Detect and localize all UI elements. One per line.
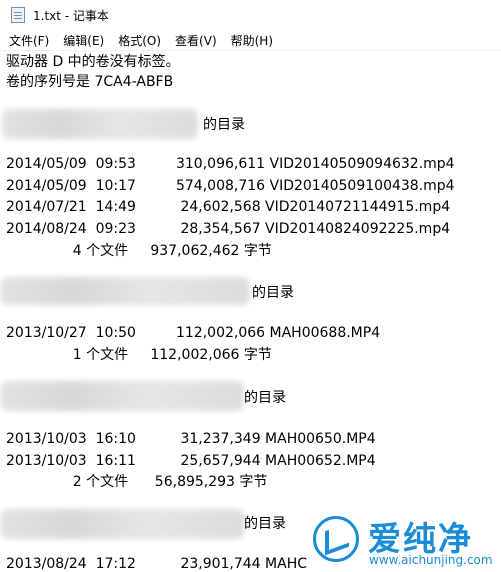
directory-heading: 的目录 (244, 516, 286, 532)
redacted-path (0, 381, 244, 411)
watermark-url: www.aichunjing.com (369, 553, 493, 567)
menu-bar: 文件(F) 编辑(E) 格式(O) 查看(V) 帮助(H) (0, 30, 501, 51)
file-entry: 2013/10/27 10:50 112,002,066 MAH00688.MP… (6, 325, 381, 341)
menu-file[interactable]: 文件(F) (0, 32, 56, 49)
file-summary: 2 个文件 56,895,293 字节 (6, 474, 268, 490)
file-entry: 2014/08/24 09:23 28,354,567 VID201408240… (6, 221, 451, 237)
window-title: 1.txt - 记事本 (33, 8, 109, 23)
directory-heading: 的目录 (252, 285, 294, 301)
file-entry: 2014/05/09 09:53 310,096,611 VID20140509… (6, 156, 455, 172)
file-entry: 2013/10/03 16:11 25,657,944 MAH00652.MP4 (6, 453, 376, 469)
file-summary: 1 个文件 112,002,066 字节 (6, 347, 272, 363)
watermark: 爱纯净 www.aichunjing.com (305, 512, 501, 572)
text-line: 卷的序列号是 7CA4-ABFB (6, 74, 174, 90)
menu-view[interactable]: 查看(V) (168, 32, 224, 49)
title-bar: 1.txt - 记事本 (0, 0, 501, 31)
redacted-path (2, 109, 198, 139)
file-entry: 2013/08/24 17:12 23,901,744 MAHC (6, 556, 308, 572)
menu-format[interactable]: 格式(O) (111, 32, 168, 49)
file-entry: 2013/10/03 16:10 31,237,349 MAH00650.MP4 (6, 431, 376, 447)
directory-heading: 的目录 (244, 390, 286, 406)
brand-logo-icon (313, 516, 359, 562)
text-line: 驱动器 D 中的卷没有标签。 (6, 54, 180, 70)
redacted-path (0, 277, 250, 305)
redacted-path (0, 509, 244, 539)
text-editor[interactable]: 驱动器 D 中的卷没有标签。 卷的序列号是 7CA4-ABFB 的目录 2014… (0, 51, 501, 572)
notepad-icon (11, 7, 25, 23)
menu-help[interactable]: 帮助(H) (224, 32, 280, 49)
file-entry: 2014/05/09 10:17 574,008,716 VID20140509… (6, 178, 455, 194)
file-summary: 4 个文件 937,062,462 字节 (6, 243, 272, 259)
menu-edit[interactable]: 编辑(E) (56, 32, 111, 49)
directory-heading: 的目录 (203, 117, 245, 133)
file-entry: 2014/07/21 14:49 24,602,568 VID201407211… (6, 199, 451, 215)
